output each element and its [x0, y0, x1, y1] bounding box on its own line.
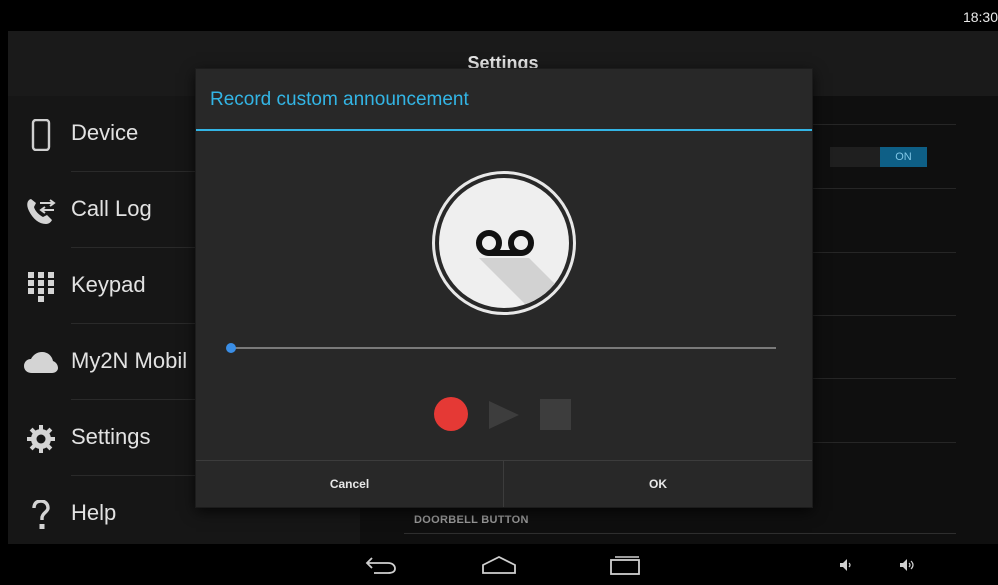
status-bar [0, 0, 998, 9]
gear-icon [24, 422, 58, 456]
dialog-button-bar: Cancel OK [196, 460, 812, 507]
sidebar-item-label: Keypad [71, 272, 146, 297]
sidebar-item-label: Settings [71, 424, 151, 449]
voicemail-badge [439, 178, 569, 308]
sidebar-item-label: My2N Mobil [71, 348, 188, 373]
stop-icon[interactable] [540, 399, 571, 430]
clock: 18:30 [962, 9, 998, 25]
sidebar-item-label: Call Log [71, 196, 152, 221]
dialog-title: Record custom announcement [210, 89, 469, 110]
ok-button[interactable]: OK [504, 461, 812, 507]
title-divider [196, 129, 812, 131]
recording-progress-track[interactable] [229, 347, 776, 349]
voicemail-icon [476, 230, 534, 256]
divider [812, 378, 956, 379]
cancel-button[interactable]: Cancel [196, 461, 503, 507]
recent-apps-icon[interactable] [600, 544, 650, 585]
question-icon [24, 498, 58, 532]
play-icon[interactable] [487, 401, 519, 429]
section-header-doorbell: DOORBELL BUTTON [414, 514, 529, 526]
toggle-on-label[interactable]: ON [880, 147, 927, 167]
phone-device-icon [24, 118, 58, 152]
recording-progress-thumb[interactable] [226, 343, 236, 353]
divider [812, 124, 956, 125]
navigation-bar [0, 544, 998, 585]
status-bar-area [0, 9, 998, 31]
record-announcement-dialog: Record custom announcement Cancel OK [196, 69, 812, 507]
divider [404, 533, 956, 534]
divider [812, 188, 956, 189]
keypad-icon [24, 270, 58, 304]
volume-down-icon[interactable] [826, 544, 866, 585]
volume-up-icon[interactable] [888, 544, 928, 585]
back-icon[interactable] [356, 544, 406, 585]
divider [812, 252, 956, 253]
sidebar-item-label: Help [71, 500, 117, 525]
sidebar-item-label: Device [71, 120, 139, 145]
record-button[interactable] [434, 397, 468, 431]
divider [812, 315, 956, 316]
call-log-icon [24, 194, 58, 228]
home-icon[interactable] [474, 544, 524, 585]
divider [812, 442, 956, 443]
cloud-icon [24, 346, 58, 380]
